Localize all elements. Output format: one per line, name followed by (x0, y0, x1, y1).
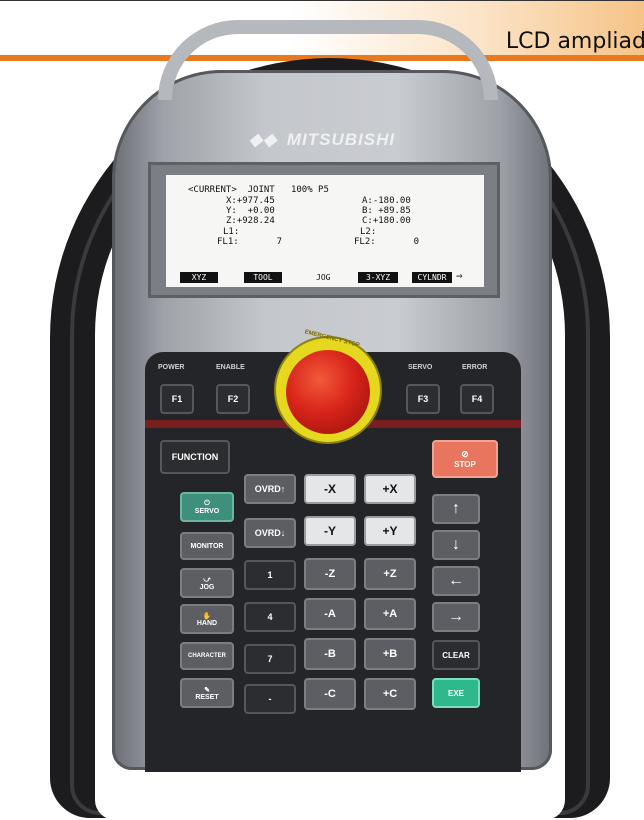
key-minus[interactable]: - (244, 684, 296, 714)
minus-c-button[interactable]: -C (304, 678, 356, 710)
reset-button[interactable]: ✎ RESET (180, 678, 234, 708)
lcd-fkey-3xyz: 3-XYZ (358, 272, 398, 283)
f1-button[interactable]: F1 (160, 384, 194, 414)
lcd-a-value: A:-180.00 (362, 196, 411, 206)
led-power: POWER (158, 364, 185, 371)
servo-button-label: SERVO (194, 507, 220, 515)
jog-button[interactable]: ⤻ JOG (180, 568, 234, 598)
lcd-status-line: <CURRENT> JOINT 100% P5 (188, 185, 329, 195)
lcd-x-value: X:+977.45 (226, 196, 275, 206)
f4-button[interactable]: F4 (460, 384, 494, 414)
clear-button[interactable]: CLEAR (432, 640, 480, 670)
lcd-z-value: Z:+928.24 (226, 216, 275, 226)
character-button[interactable]: CHARACTER (180, 642, 234, 670)
lcd-fl2-value: FL2: 0 (354, 237, 420, 247)
plus-b-button[interactable]: +B (364, 638, 416, 670)
lcd-l1-value: L1: (223, 227, 240, 237)
minus-z-button[interactable]: -Z (304, 558, 356, 590)
f2-button[interactable]: F2 (216, 384, 250, 414)
servo-button[interactable]: ⏻ SERVO (180, 492, 234, 522)
lcd-fkey-xyz: XYZ (180, 272, 218, 283)
lcd-next-arrow-icon: ⇒ (456, 269, 463, 282)
lcd-l2-value: L2: (360, 227, 377, 237)
hand-button-label: HAND (196, 619, 218, 627)
led-enable: ENABLE (216, 364, 245, 371)
ovrd-up-button[interactable]: OVRD↑ (244, 474, 296, 504)
led-servo: SERVO (408, 364, 433, 371)
f3-button[interactable]: F3 (406, 384, 440, 414)
hand-icon: ✋ (202, 612, 212, 620)
header-caption: LCD ampliad (505, 29, 644, 54)
arrow-right-button[interactable]: → (432, 602, 480, 632)
emergency-stop-button[interactable] (286, 350, 370, 434)
minus-x-button[interactable]: -X (304, 474, 356, 504)
power-icon: ⏻ (204, 499, 210, 507)
jog-robot-icon: ⤻ (203, 575, 211, 583)
reset-pen-icon: ✎ (204, 686, 210, 694)
lcd-b-value: B: +89.85 (362, 206, 411, 216)
reset-button-label: RESET (195, 693, 219, 701)
function-button[interactable]: FUNCTION (160, 440, 230, 474)
arrow-up-button[interactable]: ↑ (432, 494, 480, 524)
minus-a-button[interactable]: -A (304, 598, 356, 630)
arrow-down-button[interactable]: ↓ (432, 530, 480, 560)
lcd-fl1-value: FL1: 7 (217, 237, 283, 247)
jog-button-label: JOG (199, 583, 215, 591)
mitsubishi-diamonds-icon: ◆◆ (249, 130, 278, 149)
minus-b-button[interactable]: -B (304, 638, 356, 670)
stop-button[interactable]: ⊘ STOP (432, 440, 498, 478)
lcd-fkey-tool: TOOL (244, 272, 282, 283)
brand-logo-text: MITSUBISHI (286, 130, 396, 149)
plus-a-button[interactable]: +A (364, 598, 416, 630)
lcd-mode-jog: JOG (316, 273, 331, 282)
minus-y-button[interactable]: -Y (304, 516, 356, 546)
led-error: ERROR (462, 364, 488, 371)
plus-c-button[interactable]: +C (364, 678, 416, 710)
lcd-fkey-cylndr: CYLNDR (412, 272, 452, 283)
brand-logo: ◆◆ MITSUBISHI (245, 130, 395, 150)
exe-button[interactable]: EXE (432, 678, 480, 708)
stop-button-label: STOP (454, 460, 476, 469)
ovrd-down-button[interactable]: OVRD↓ (244, 518, 296, 548)
lcd-y-value: Y: +0.00 (226, 206, 275, 216)
plus-z-button[interactable]: +Z (364, 558, 416, 590)
pendant-handle-ring (158, 20, 498, 100)
monitor-button[interactable]: MONITOR (180, 532, 234, 560)
lcd-screen: <CURRENT> JOINT 100% P5 X:+977.45 A:-180… (166, 175, 484, 287)
key-7[interactable]: 7 (244, 644, 296, 674)
key-4[interactable]: 4 (244, 602, 296, 632)
hand-button[interactable]: ✋ HAND (180, 604, 234, 634)
plus-y-button[interactable]: +Y (364, 516, 416, 546)
stop-hand-icon: ⊘ (461, 449, 469, 459)
key-1[interactable]: 1 (244, 560, 296, 590)
plus-x-button[interactable]: +X (364, 474, 416, 504)
lcd-c-value: C:+180.00 (362, 216, 411, 226)
arrow-left-button[interactable]: ← (432, 566, 480, 596)
